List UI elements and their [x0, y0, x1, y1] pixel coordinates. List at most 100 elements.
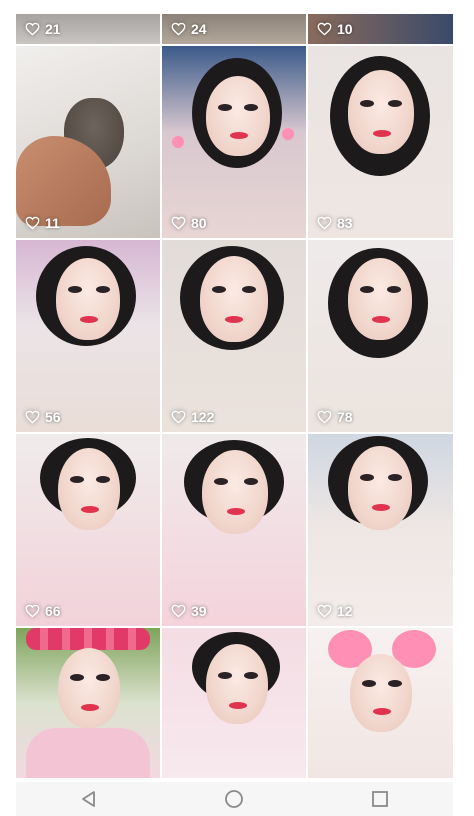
like-count-text: 11 — [45, 215, 60, 231]
like-count: 24 — [171, 21, 207, 37]
video-tile[interactable] — [308, 628, 453, 778]
like-count: 39 — [171, 603, 207, 619]
video-tile[interactable] — [16, 628, 160, 778]
like-count: 80 — [171, 215, 207, 231]
lip-shape — [230, 132, 248, 139]
video-tile[interactable]: 10 — [308, 14, 453, 44]
eye-shape — [218, 104, 232, 111]
like-count: 12 — [317, 603, 353, 619]
lip-shape — [225, 316, 243, 323]
face-shape — [350, 654, 412, 732]
pink-sweater — [26, 728, 150, 778]
heart-outline-icon — [25, 216, 40, 230]
eye-shape — [388, 680, 402, 687]
lip-shape — [372, 504, 390, 511]
heart-outline-icon — [317, 410, 332, 424]
like-count-text: 39 — [191, 603, 207, 619]
eye-shape — [70, 476, 84, 483]
video-tile[interactable]: 24 — [162, 14, 306, 44]
video-grid: 21 24 10 11 80 83 56 122 78 66 39 12 — [16, 14, 453, 778]
like-count: 78 — [317, 409, 353, 425]
video-tile[interactable] — [162, 628, 306, 778]
like-count-text: 66 — [45, 603, 61, 619]
eye-shape — [218, 672, 232, 679]
home-button[interactable] — [214, 784, 254, 814]
eye-shape — [242, 286, 256, 293]
video-tile[interactable]: 11 — [16, 46, 160, 238]
video-tile[interactable]: 56 — [16, 240, 160, 432]
pink-heart-sticker — [172, 136, 184, 148]
face-shape — [206, 644, 268, 724]
eye-shape — [214, 478, 228, 485]
heart-outline-icon — [171, 216, 186, 230]
heart-outline-icon — [171, 410, 186, 424]
square-recents-icon — [372, 791, 389, 807]
like-count: 122 — [171, 409, 214, 425]
video-tile[interactable]: 80 — [162, 46, 306, 238]
heart-outline-icon — [317, 22, 332, 36]
eye-shape — [96, 674, 110, 681]
eye-shape — [388, 474, 402, 481]
like-count-text: 78 — [337, 409, 353, 425]
lip-shape — [373, 708, 391, 715]
triangle-back-icon — [81, 791, 95, 807]
like-count-text: 83 — [337, 215, 353, 231]
recents-button[interactable] — [360, 784, 400, 814]
lip-shape — [372, 316, 390, 323]
face-shape — [348, 70, 414, 154]
face-shape — [58, 448, 120, 530]
heart-outline-icon — [171, 22, 186, 36]
like-count: 56 — [25, 409, 61, 425]
back-button[interactable] — [69, 784, 109, 814]
heart-outline-icon — [317, 216, 332, 230]
face-shape — [200, 256, 268, 342]
face-shape — [348, 446, 412, 530]
video-tile[interactable]: 66 — [16, 434, 160, 626]
like-count-text: 24 — [191, 21, 207, 37]
lip-shape — [227, 508, 245, 515]
like-count-text: 12 — [337, 603, 353, 619]
android-navigation-bar — [16, 782, 453, 816]
face-shape — [202, 450, 268, 534]
video-tile[interactable]: 78 — [308, 240, 453, 432]
eye-shape — [244, 672, 258, 679]
video-tile[interactable]: 39 — [162, 434, 306, 626]
face-shape — [58, 648, 120, 728]
face-shape — [56, 258, 120, 340]
like-count: 21 — [25, 21, 61, 37]
face-shape — [206, 76, 270, 156]
eye-shape — [362, 680, 376, 687]
eye-shape — [388, 100, 402, 107]
like-count: 83 — [317, 215, 353, 231]
eye-shape — [244, 478, 258, 485]
like-count: 11 — [25, 215, 60, 231]
eye-shape — [360, 474, 374, 481]
heart-outline-icon — [171, 604, 186, 618]
eye-shape — [96, 286, 110, 293]
heart-outline-icon — [317, 604, 332, 618]
like-count-text: 122 — [191, 409, 215, 425]
lip-shape — [80, 316, 98, 323]
pink-heart-sticker — [282, 128, 294, 140]
like-count-text: 56 — [45, 409, 61, 425]
lip-shape — [81, 506, 99, 513]
eye-shape — [212, 286, 226, 293]
video-tile[interactable]: 12 — [308, 434, 453, 626]
heart-outline-icon — [25, 604, 40, 618]
circle-home-icon — [225, 790, 244, 808]
video-tile[interactable]: 83 — [308, 46, 453, 238]
like-count: 10 — [317, 21, 353, 37]
eye-shape — [387, 286, 401, 293]
video-tile[interactable]: 21 — [16, 14, 160, 44]
eye-shape — [360, 286, 374, 293]
eye-shape — [360, 100, 374, 107]
eye-shape — [70, 674, 84, 681]
lip-shape — [373, 130, 391, 137]
flower-crown — [26, 628, 150, 650]
eye-shape — [68, 286, 82, 293]
like-count-text: 21 — [45, 21, 61, 37]
eye-shape — [96, 476, 110, 483]
eye-shape — [244, 104, 258, 111]
like-count-text: 80 — [191, 215, 207, 231]
video-tile[interactable]: 122 — [162, 240, 306, 432]
